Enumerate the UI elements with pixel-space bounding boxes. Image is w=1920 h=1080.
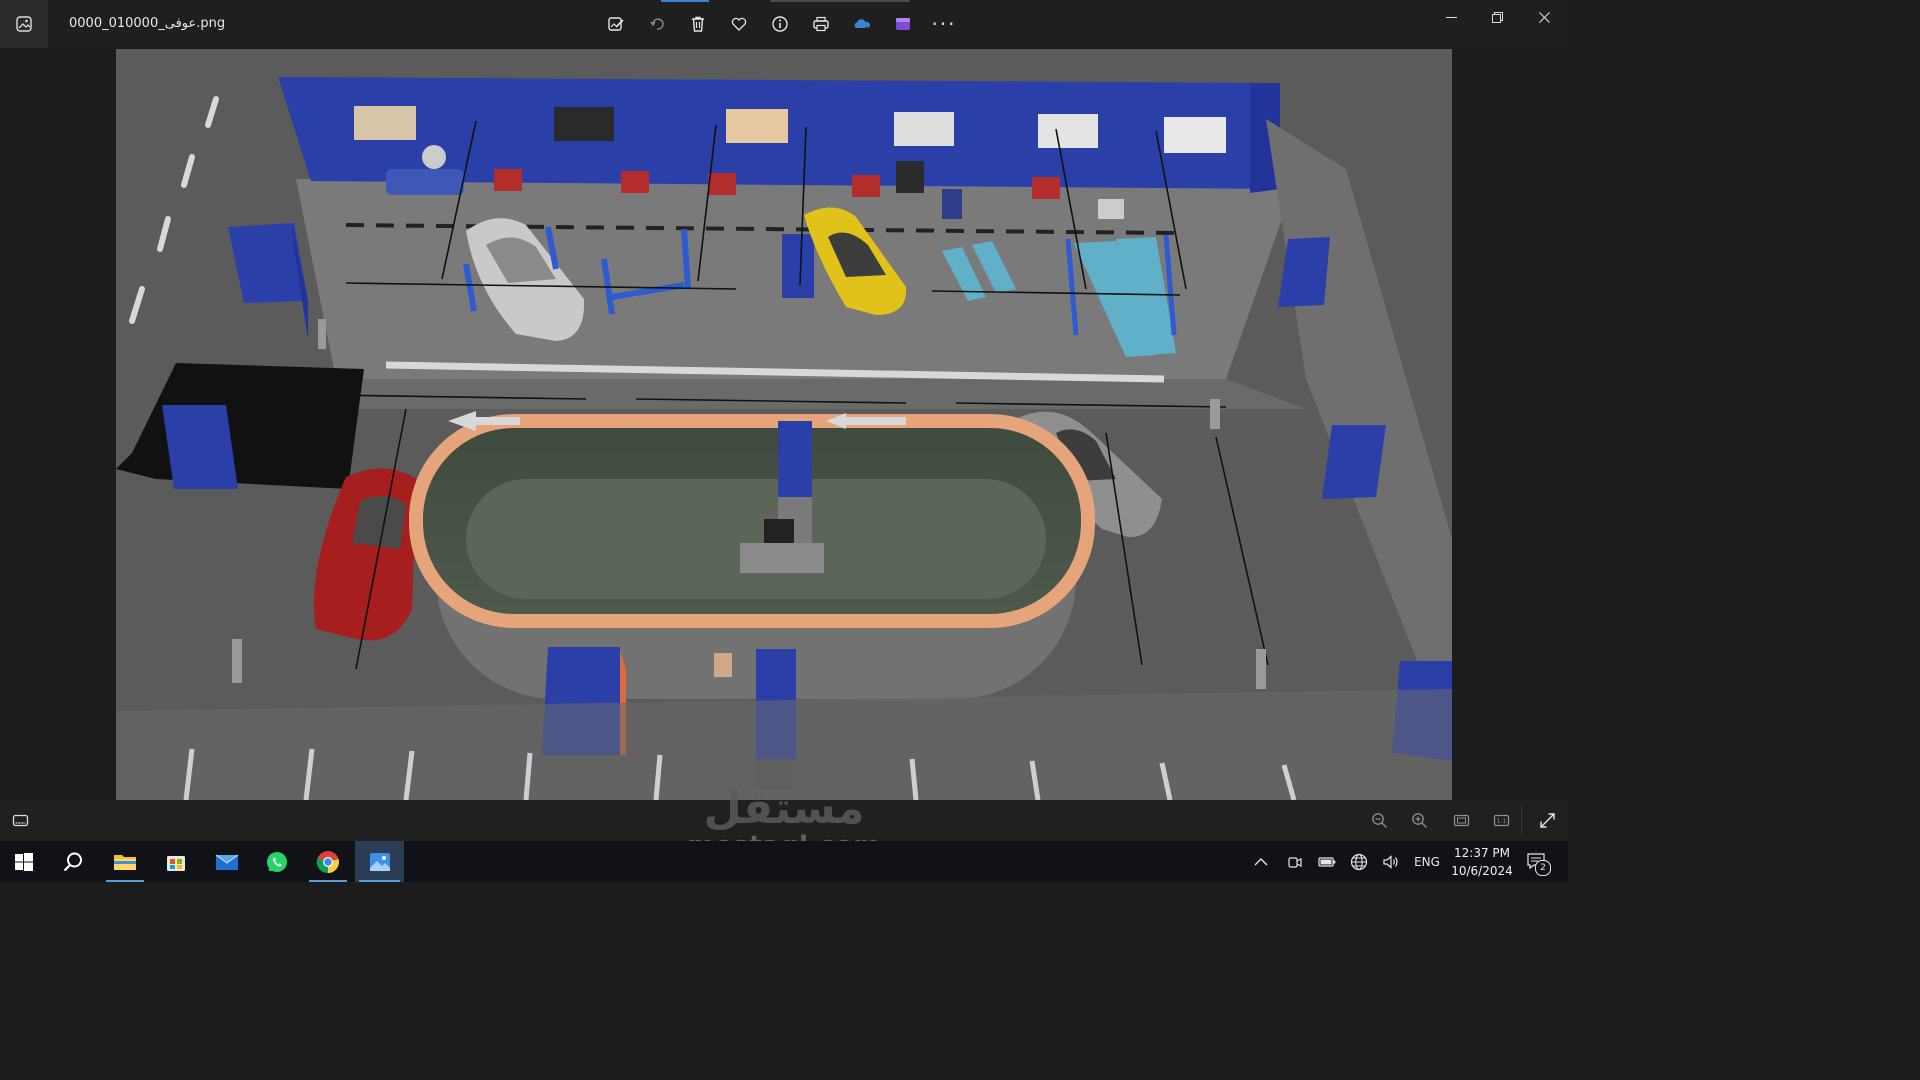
show-hidden-icons-button[interactable] <box>1248 841 1274 882</box>
print-button[interactable] <box>805 8 837 40</box>
taskbar-photos[interactable] <box>355 841 404 882</box>
whatsapp-icon <box>267 851 287 872</box>
zoom-out-button[interactable] <box>1367 808 1391 832</box>
clock-date: 10/6/2024 <box>1451 864 1513 878</box>
battery-icon <box>1318 856 1336 867</box>
fullscreen-button[interactable] <box>1535 808 1559 832</box>
rotate-icon <box>650 18 664 30</box>
taskbar-chrome[interactable] <box>305 841 351 882</box>
restore-icon <box>1491 11 1503 23</box>
window-title: عوفى_010000_0000.png <box>69 16 226 31</box>
notification-icon: 2 <box>1527 852 1551 876</box>
fullscreen-icon <box>1539 812 1555 828</box>
more-options-icon: ··· <box>931 12 957 36</box>
photos-icon <box>369 852 390 871</box>
favorite-button[interactable] <box>723 8 755 40</box>
taskbar-microsoft-store[interactable] <box>153 841 199 882</box>
filmstrip-button[interactable] <box>8 808 32 832</box>
chrome-icon <box>316 850 339 873</box>
info-button[interactable] <box>764 8 796 40</box>
edit-image-button[interactable] <box>600 8 632 40</box>
clipchamp-icon <box>896 18 910 30</box>
bottom-toolbar: 1:1 <box>0 800 1568 841</box>
zoom-in-button[interactable] <box>1407 808 1431 832</box>
filmstrip-icon <box>12 814 28 826</box>
fit-to-window-icon <box>1453 814 1469 826</box>
zoom-in-icon <box>1411 812 1427 828</box>
chevron-up-icon <box>1254 857 1268 865</box>
start-button[interactable] <box>1 841 47 882</box>
close-button[interactable] <box>1521 0 1567 34</box>
search-button[interactable] <box>50 841 96 882</box>
running-indicator <box>359 880 400 882</box>
speaker-icon <box>1383 854 1398 869</box>
taskbar-mail[interactable] <box>204 841 250 882</box>
print-icon <box>813 16 829 32</box>
clipchamp-button[interactable] <box>887 8 919 40</box>
action-center-button[interactable]: 2 <box>1522 841 1552 882</box>
fit-to-window-button[interactable] <box>1449 808 1473 832</box>
start-icon <box>15 852 33 871</box>
photos-app-icon[interactable] <box>0 0 48 48</box>
more-options-button[interactable]: ··· <box>928 8 960 40</box>
toolbar: ··· <box>600 8 960 42</box>
taskbar-clock[interactable]: 12:37 PM 10/6/2024 <box>1446 844 1518 880</box>
mail-icon <box>215 854 239 870</box>
windows-taskbar: ENG 12:37 PM 10/6/2024 2 <box>0 841 1568 882</box>
toolbar-separator <box>1521 806 1522 834</box>
toolbar-divider-strip <box>770 0 910 2</box>
microsoft-store-icon <box>167 855 185 871</box>
battery-button[interactable] <box>1314 841 1340 882</box>
rotate-button[interactable] <box>641 8 673 40</box>
car-service-garage-render <box>116 49 1452 800</box>
input-language-indicator[interactable]: ENG <box>1410 841 1444 882</box>
onedrive-icon <box>854 19 870 31</box>
title-bar: عوفى_010000_0000.png ··· <box>0 0 1568 48</box>
svg-text:1:1: 1:1 <box>1496 818 1506 825</box>
meet-now-button[interactable] <box>1282 841 1308 882</box>
volume-button[interactable] <box>1378 841 1404 882</box>
delete-button[interactable] <box>682 8 714 40</box>
taskbar-whatsapp[interactable] <box>254 841 300 882</box>
edit-image-icon <box>608 17 624 31</box>
restore-button[interactable] <box>1474 0 1520 34</box>
taskbar-file-explorer[interactable] <box>102 841 148 882</box>
globe-icon <box>1350 853 1368 870</box>
actual-size-icon: 1:1 <box>1493 814 1509 826</box>
running-indicator <box>106 880 144 882</box>
image-icon <box>16 16 32 32</box>
notification-count-badge: 2 <box>1535 859 1551 876</box>
search-icon <box>63 852 82 871</box>
close-icon <box>1538 11 1550 23</box>
toolbar-active-indicator <box>661 0 709 2</box>
delete-icon <box>692 16 704 32</box>
file-explorer-icon <box>114 854 136 870</box>
zoom-out-icon <box>1371 812 1387 828</box>
actual-size-button[interactable]: 1:1 <box>1489 808 1513 832</box>
onedrive-button[interactable] <box>846 8 878 40</box>
minimize-button[interactable] <box>1428 0 1474 34</box>
camera-icon <box>1288 856 1302 868</box>
clock-time: 12:37 PM <box>1454 846 1510 860</box>
image-viewer[interactable] <box>0 48 1568 800</box>
minimize-icon <box>1445 16 1457 18</box>
network-button[interactable] <box>1346 841 1372 882</box>
running-indicator <box>309 880 347 882</box>
info-icon <box>772 16 788 32</box>
favorite-icon <box>731 17 747 31</box>
